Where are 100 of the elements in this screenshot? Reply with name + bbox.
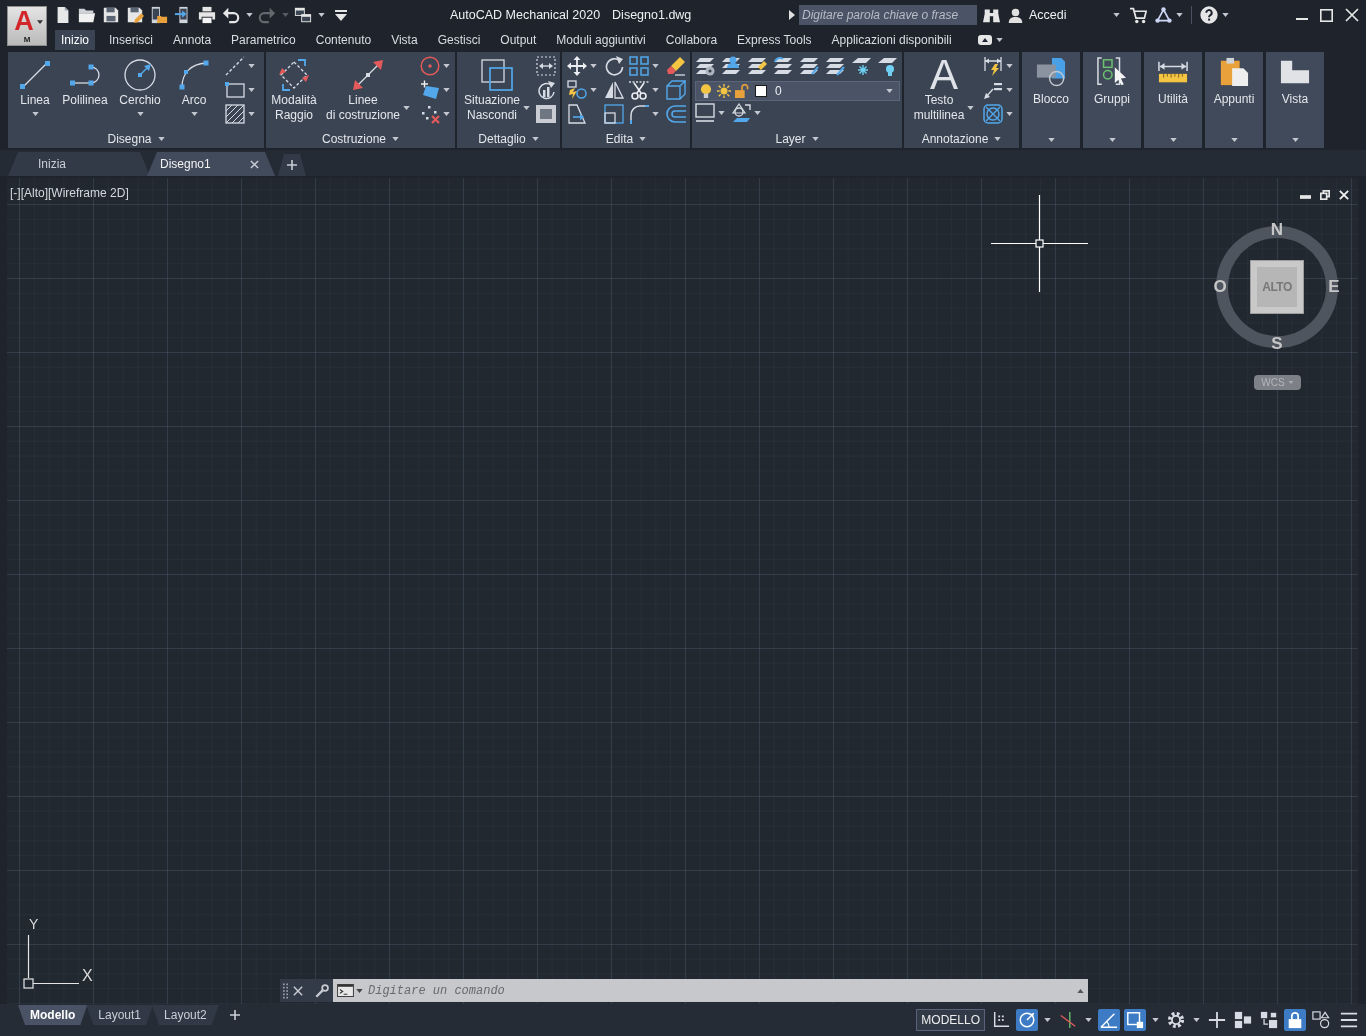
caret-icon[interactable] (1006, 112, 1013, 116)
model-space-button[interactable]: MODELLO (916, 1009, 985, 1031)
circle-point-icon[interactable] (420, 56, 440, 76)
panel-title-button[interactable]: Annotazione (904, 130, 1019, 148)
wrench-icon[interactable] (315, 983, 329, 998)
frame-icon[interactable] (536, 104, 556, 124)
offset-icon[interactable] (666, 104, 686, 124)
eraser-icon[interactable] (666, 56, 686, 76)
caret-icon[interactable] (443, 64, 450, 68)
circle-arrow-icon[interactable] (1016, 1009, 1038, 1031)
caret-icon[interactable] (1193, 1018, 1200, 1022)
copy-icon[interactable] (567, 80, 587, 100)
expand-arrow-icon[interactable] (789, 10, 795, 20)
panel-dropdown-button[interactable]: Utilità (1144, 52, 1202, 148)
layout-tab[interactable]: Layout1 (86, 1005, 154, 1025)
caret-icon[interactable] (1044, 1018, 1051, 1022)
caret-icon[interactable] (443, 112, 450, 116)
stretch-icon[interactable] (567, 104, 587, 124)
scale-icon[interactable] (604, 104, 624, 124)
color-swatch-icon[interactable] (755, 85, 767, 97)
caret-icon[interactable] (31, 112, 39, 116)
multiline-text-button[interactable]: A Testo multilinea (906, 52, 982, 130)
rotate-chart-icon[interactable] (536, 80, 556, 100)
ribbon-tab[interactable]: Inserisci (103, 30, 160, 50)
close-icon[interactable] (250, 159, 259, 169)
points-delete-icon[interactable] (420, 104, 440, 124)
caret-icon[interactable] (403, 106, 410, 110)
caret-up-icon[interactable] (1077, 988, 1084, 993)
caret-icon[interactable] (652, 88, 659, 92)
caret-icon[interactable] (1221, 13, 1229, 17)
sign-in-button[interactable]: Accedi (1008, 5, 1067, 25)
caret-icon[interactable] (754, 111, 761, 115)
layer-snowflake-icon[interactable] (851, 56, 871, 76)
crossed-circle-icon[interactable] (983, 104, 1003, 124)
light-bulb-icon[interactable] (699, 84, 713, 98)
help-icon[interactable] (1199, 6, 1218, 24)
plus-icon[interactable] (229, 1010, 240, 1020)
compass-direction-label[interactable]: O (1211, 277, 1229, 297)
panel-dropdown-button[interactable]: Blocco (1022, 52, 1080, 148)
ribbon-tab[interactable]: Inizio (55, 30, 95, 50)
search-field[interactable]: Digitare parola chiave o frase (799, 5, 977, 25)
application-menu-button[interactable]: A M (7, 6, 47, 46)
grip-icon[interactable] (283, 982, 288, 999)
line-tool-button[interactable]: Linea (11, 52, 59, 130)
layer-undo-icon[interactable] (773, 56, 793, 76)
layer-eraser-icon[interactable] (747, 56, 767, 76)
move-icon[interactable] (567, 56, 587, 76)
construction-line-button[interactable]: Linee di costruzione (320, 52, 416, 130)
caret-icon[interactable] (136, 112, 144, 116)
hide-situation-button[interactable]: Situazione Nascondi (461, 52, 533, 130)
caret-icon[interactable] (652, 64, 659, 68)
caret-icon[interactable] (1085, 1018, 1092, 1022)
folder-icon[interactable] (78, 6, 96, 24)
layer-match-icon[interactable] (731, 103, 751, 123)
layer-gear-icon[interactable] (695, 56, 715, 76)
floppy-pencil-icon[interactable] (126, 6, 144, 24)
caret-icon[interactable] (886, 89, 893, 93)
caret-icon[interactable] (1152, 1018, 1159, 1022)
panel-dropdown-button[interactable]: Gruppi (1083, 52, 1141, 148)
panel-dropdown-button[interactable]: Appunti (1205, 52, 1263, 148)
caret-icon[interactable] (1112, 13, 1120, 17)
layer-person-icon[interactable] (721, 56, 741, 76)
caret-icon[interactable] (652, 112, 659, 116)
text-align-icon[interactable] (536, 56, 556, 76)
snap-square-icon[interactable] (1124, 1009, 1146, 1031)
dashed-line-icon[interactable] (225, 56, 245, 76)
open-lock-icon[interactable] (735, 84, 749, 98)
windows-icon[interactable] (294, 6, 312, 24)
caret-icon[interactable] (248, 64, 255, 68)
layout-tab[interactable]: Layout2 (152, 1005, 219, 1025)
caret-icon[interactable] (523, 106, 530, 110)
caret-icon[interactable] (248, 112, 255, 116)
file-tab[interactable]: Inizia (8, 152, 150, 176)
mirror-icon[interactable] (604, 80, 624, 100)
caret-icon[interactable] (246, 13, 253, 17)
dimension-icon[interactable] (983, 56, 1003, 76)
panel-title-button[interactable]: Disegna (8, 130, 264, 148)
panel-title-button[interactable]: Costruzione (266, 130, 455, 148)
ribbon-tab[interactable]: Collabora (659, 30, 724, 50)
caret-icon[interactable] (1175, 13, 1183, 17)
rectangle-icon[interactable] (225, 80, 245, 100)
panel-dropdown-button[interactable]: Vista (1266, 52, 1324, 148)
command-prompt-icon[interactable] (337, 984, 354, 997)
rotate-icon[interactable] (604, 56, 624, 76)
shapes-icon[interactable] (1310, 1009, 1332, 1031)
caret-icon[interactable] (443, 88, 450, 92)
layout-tab[interactable]: Modello (18, 1005, 88, 1025)
sun-icon[interactable] (717, 84, 731, 98)
restore-icon[interactable] (1320, 190, 1330, 200)
close-icon[interactable] (1345, 8, 1359, 22)
ray-mode-button[interactable]: Modalità Raggio (268, 52, 320, 130)
scissors-icon[interactable] (629, 80, 649, 100)
ribbon-toggle-icon[interactable] (977, 35, 992, 45)
caret-icon[interactable] (995, 38, 1003, 42)
caret-icon[interactable] (590, 64, 597, 68)
leader-icon[interactable] (983, 80, 1003, 100)
printer-icon[interactable] (198, 6, 216, 24)
arrange-icon[interactable] (1258, 1009, 1280, 1031)
compass-direction-label[interactable]: N (1268, 220, 1286, 240)
ribbon-tab[interactable]: Annota (167, 30, 218, 50)
